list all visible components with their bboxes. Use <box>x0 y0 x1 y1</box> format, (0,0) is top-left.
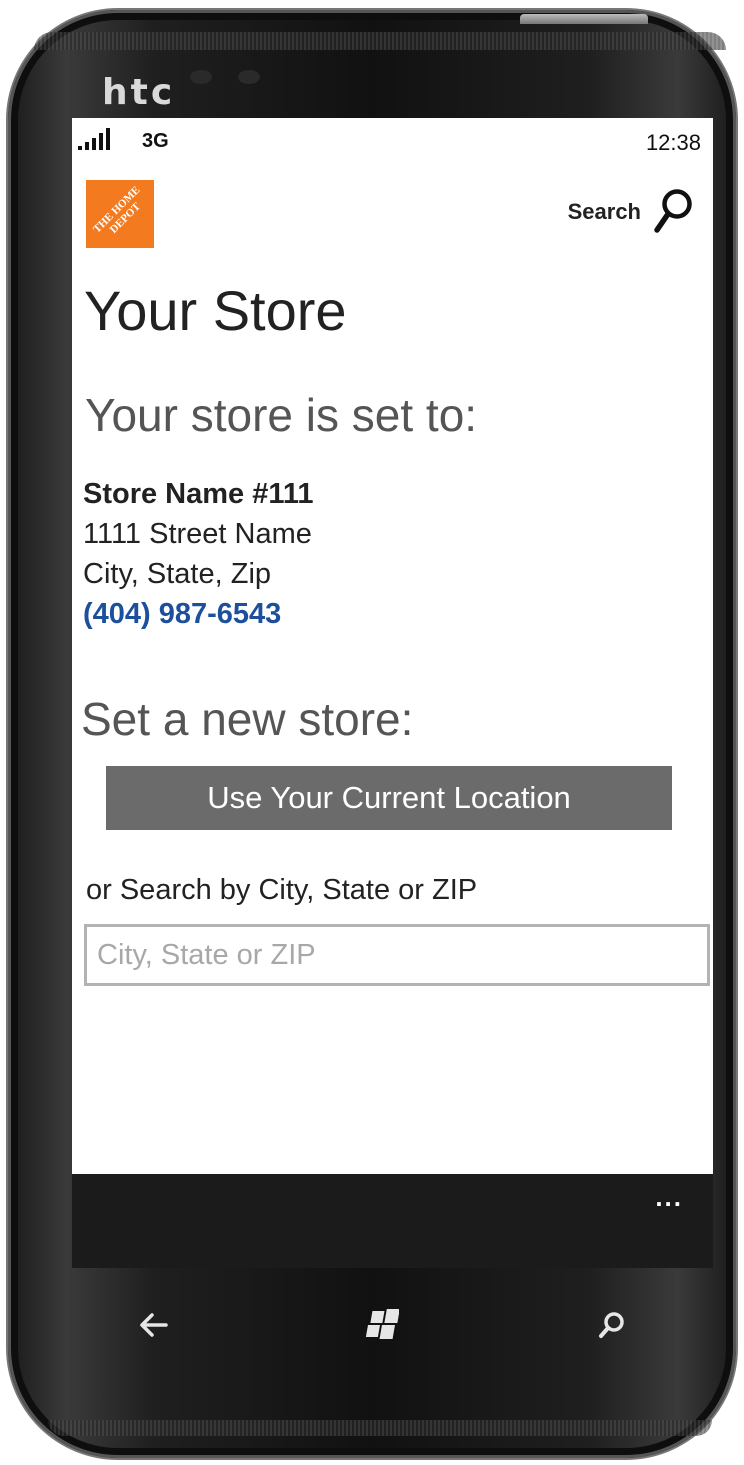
or-search-label: or Search by City, State or ZIP <box>86 874 478 906</box>
more-options-button[interactable]: ... <box>655 1182 683 1213</box>
store-details: Store Name #111 1111 Street Name City, S… <box>83 474 314 634</box>
bottom-grille <box>48 1420 712 1436</box>
back-arrow-icon <box>140 1313 168 1337</box>
search-icon <box>599 1312 624 1338</box>
app-bar: ... <box>72 1174 713 1268</box>
city-state-zip-input[interactable] <box>84 924 710 986</box>
light-sensor <box>238 70 260 84</box>
new-store-heading: Set a new store: <box>81 693 414 745</box>
screen: 3G 12:38 THE HOME DEPOT Search Your Stor… <box>72 118 713 1268</box>
windows-start-icon <box>365 1309 399 1339</box>
speaker-grille <box>34 32 726 50</box>
home-depot-logo[interactable]: THE HOME DEPOT <box>86 180 154 248</box>
page-title: Your Store <box>84 279 347 342</box>
device-brand-logo: htc <box>102 72 176 113</box>
hardware-search-button[interactable] <box>582 1298 642 1352</box>
header-search-button[interactable]: Search <box>568 188 693 236</box>
store-phone-link[interactable]: (404) 987-6543 <box>83 594 314 634</box>
logo-text: THE HOME DEPOT <box>91 184 143 236</box>
search-label: Search <box>567 199 641 224</box>
phone-frame: htc 3G 12:38 THE HOME DEPOT Search Your … <box>8 10 736 1458</box>
use-current-location-button[interactable]: Use Your Current Location <box>106 766 672 830</box>
front-camera <box>190 70 212 84</box>
status-bar: 3G 12:38 <box>72 118 713 166</box>
power-button[interactable] <box>520 14 648 24</box>
store-street: 1111 Street Name <box>83 518 312 550</box>
start-button[interactable] <box>352 1298 412 1352</box>
search-icon <box>654 189 692 233</box>
current-store-heading: Your store is set to: <box>85 389 478 441</box>
clock: 12:38 <box>645 130 701 155</box>
back-button[interactable] <box>124 1298 184 1352</box>
store-name: Store Name #111 <box>83 478 314 510</box>
signal-bars-icon <box>78 128 114 150</box>
network-type: 3G <box>142 130 169 152</box>
store-city-state-zip: City, State, Zip <box>83 558 272 590</box>
